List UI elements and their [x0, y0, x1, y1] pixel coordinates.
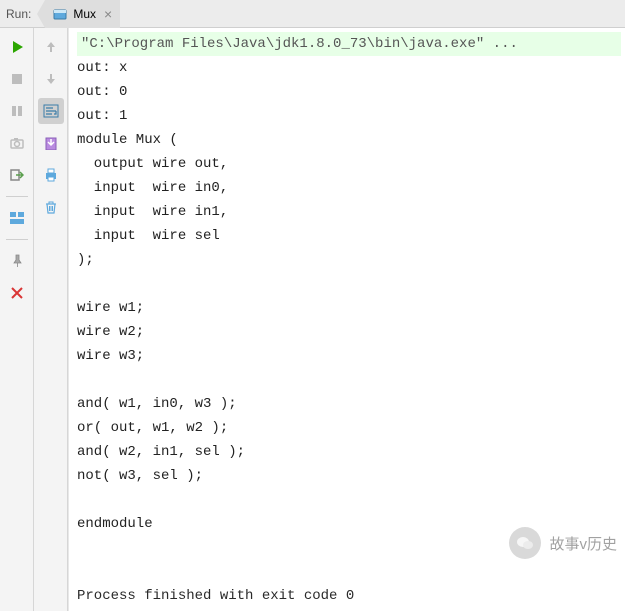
header-bar: Run: Mux ×	[0, 0, 625, 28]
output-line: wire w2;	[77, 320, 621, 344]
watermark: 故事v历史	[509, 527, 617, 559]
main-area: "C:\Program Files\Java\jdk1.8.0_73\bin\j…	[0, 28, 625, 611]
export-button[interactable]	[38, 130, 64, 156]
stop-button	[4, 66, 30, 92]
run-tab[interactable]: Mux ×	[45, 0, 120, 28]
output-line	[77, 488, 621, 512]
tab-title: Mux	[73, 7, 96, 21]
run-label: Run:	[0, 7, 41, 21]
toolbar-col-2	[34, 28, 68, 611]
output-line: );	[77, 248, 621, 272]
pin-button[interactable]	[4, 248, 30, 274]
app-icon	[53, 7, 67, 21]
wechat-logo-icon	[509, 527, 541, 559]
soft-wrap-button[interactable]	[38, 98, 64, 124]
output-line: module Mux (	[77, 128, 621, 152]
separator	[6, 196, 28, 197]
output-line: wire w1;	[77, 296, 621, 320]
output-line: and( w1, in0, w3 );	[77, 392, 621, 416]
exit-button[interactable]	[4, 162, 30, 188]
print-button[interactable]	[38, 162, 64, 188]
output-line: input wire in0,	[77, 176, 621, 200]
output-line: not( w3, sel );	[77, 464, 621, 488]
output-line: out: 0	[77, 80, 621, 104]
output-line	[77, 272, 621, 296]
console-output[interactable]: "C:\Program Files\Java\jdk1.8.0_73\bin\j…	[68, 28, 625, 611]
output-line: output wire out,	[77, 152, 621, 176]
run-button[interactable]	[4, 34, 30, 60]
close-panel-button[interactable]	[4, 280, 30, 306]
pause-button	[4, 98, 30, 124]
output-line: input wire sel	[77, 224, 621, 248]
output-line: input wire in1,	[77, 200, 621, 224]
output-line: wire w3;	[77, 344, 621, 368]
close-icon[interactable]: ×	[104, 7, 112, 21]
output-body: out: xout: 0out: 1module Mux ( output wi…	[77, 56, 621, 584]
watermark-text: 故事v历史	[549, 533, 617, 554]
trash-button[interactable]	[38, 194, 64, 220]
output-line	[77, 560, 621, 584]
output-line	[77, 368, 621, 392]
layout-button[interactable]	[4, 205, 30, 231]
camera-button	[4, 130, 30, 156]
command-line: "C:\Program Files\Java\jdk1.8.0_73\bin\j…	[77, 32, 621, 56]
toolbar-col-1	[0, 28, 34, 611]
exit-code-line: Process finished with exit code 0	[77, 584, 621, 608]
output-line: and( w2, in1, sel );	[77, 440, 621, 464]
output-line: out: 1	[77, 104, 621, 128]
separator	[6, 239, 28, 240]
output-line: or( out, w1, w2 );	[77, 416, 621, 440]
arrow-down-button	[38, 66, 64, 92]
arrow-up-button	[38, 34, 64, 60]
output-line: out: x	[77, 56, 621, 80]
